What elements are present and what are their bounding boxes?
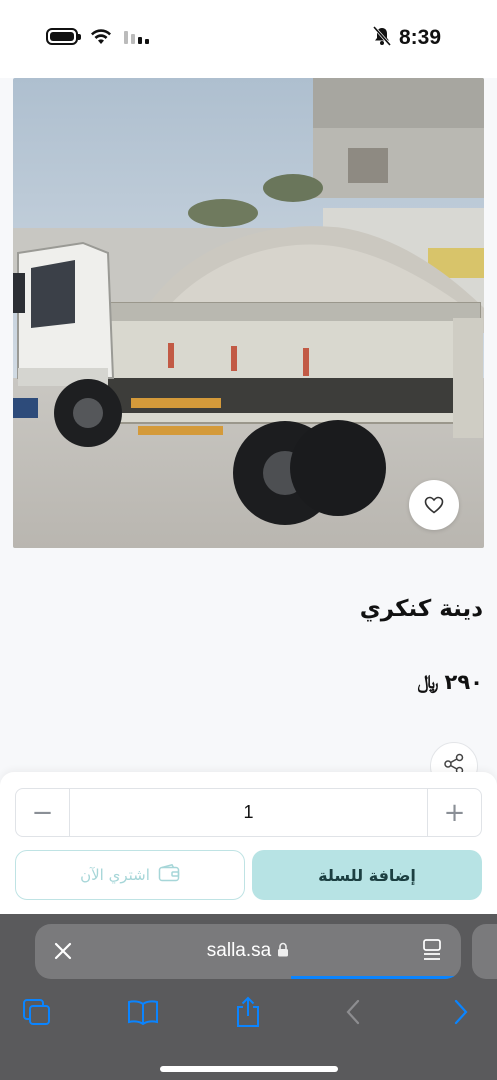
- product-image[interactable]: [13, 78, 484, 548]
- buy-now-label: اشتري الآن: [80, 866, 150, 884]
- price-value: ٢٩٠: [444, 670, 483, 694]
- status-bar: 8:39: [0, 0, 497, 78]
- bookmarks-icon[interactable]: [123, 992, 163, 1032]
- purchase-panel: − 1 + اشتري الآن إضافة للسلة: [0, 772, 497, 914]
- add-to-cart-button[interactable]: إضافة للسلة: [252, 850, 482, 900]
- next-tab-peek[interactable]: [472, 924, 497, 979]
- address-bar[interactable]: salla.sa: [35, 924, 461, 979]
- home-indicator: [160, 1066, 338, 1072]
- url-display[interactable]: salla.sa: [35, 940, 461, 963]
- browser-chrome: salla.sa: [0, 914, 497, 1080]
- lock-icon: [277, 941, 289, 963]
- signal-icon: [124, 29, 150, 44]
- browser-toolbar: [0, 992, 497, 1032]
- tabs-icon[interactable]: [17, 992, 57, 1032]
- add-to-cart-label: إضافة للسلة: [318, 865, 416, 885]
- heart-icon: [424, 496, 444, 514]
- quantity-increase-button[interactable]: +: [427, 789, 481, 836]
- price: ٢٩٠ ﷼: [418, 670, 484, 694]
- share-sheet-icon[interactable]: [228, 992, 268, 1032]
- quantity-stepper: − 1 +: [15, 788, 482, 837]
- product-title: دينة كنكري: [359, 596, 483, 622]
- url-text: salla.sa: [206, 940, 272, 961]
- wishlist-button[interactable]: [409, 480, 459, 530]
- status-right: 8:39: [372, 26, 441, 50]
- page-menu-icon[interactable]: [421, 938, 443, 966]
- status-time: 8:39: [398, 26, 441, 49]
- battery-icon: [46, 28, 81, 45]
- currency-symbol: ﷼: [417, 671, 439, 693]
- bell-slash-icon: [372, 26, 392, 50]
- status-left: [46, 28, 150, 45]
- wifi-icon: [90, 28, 112, 45]
- quantity-decrease-button[interactable]: −: [16, 789, 70, 836]
- buy-now-button[interactable]: اشتري الآن: [15, 850, 245, 900]
- forward-icon[interactable]: [441, 992, 481, 1032]
- wallet-icon: [158, 863, 180, 886]
- quantity-value[interactable]: 1: [70, 789, 427, 836]
- back-icon[interactable]: [333, 992, 373, 1032]
- page-load-progress: [290, 976, 461, 979]
